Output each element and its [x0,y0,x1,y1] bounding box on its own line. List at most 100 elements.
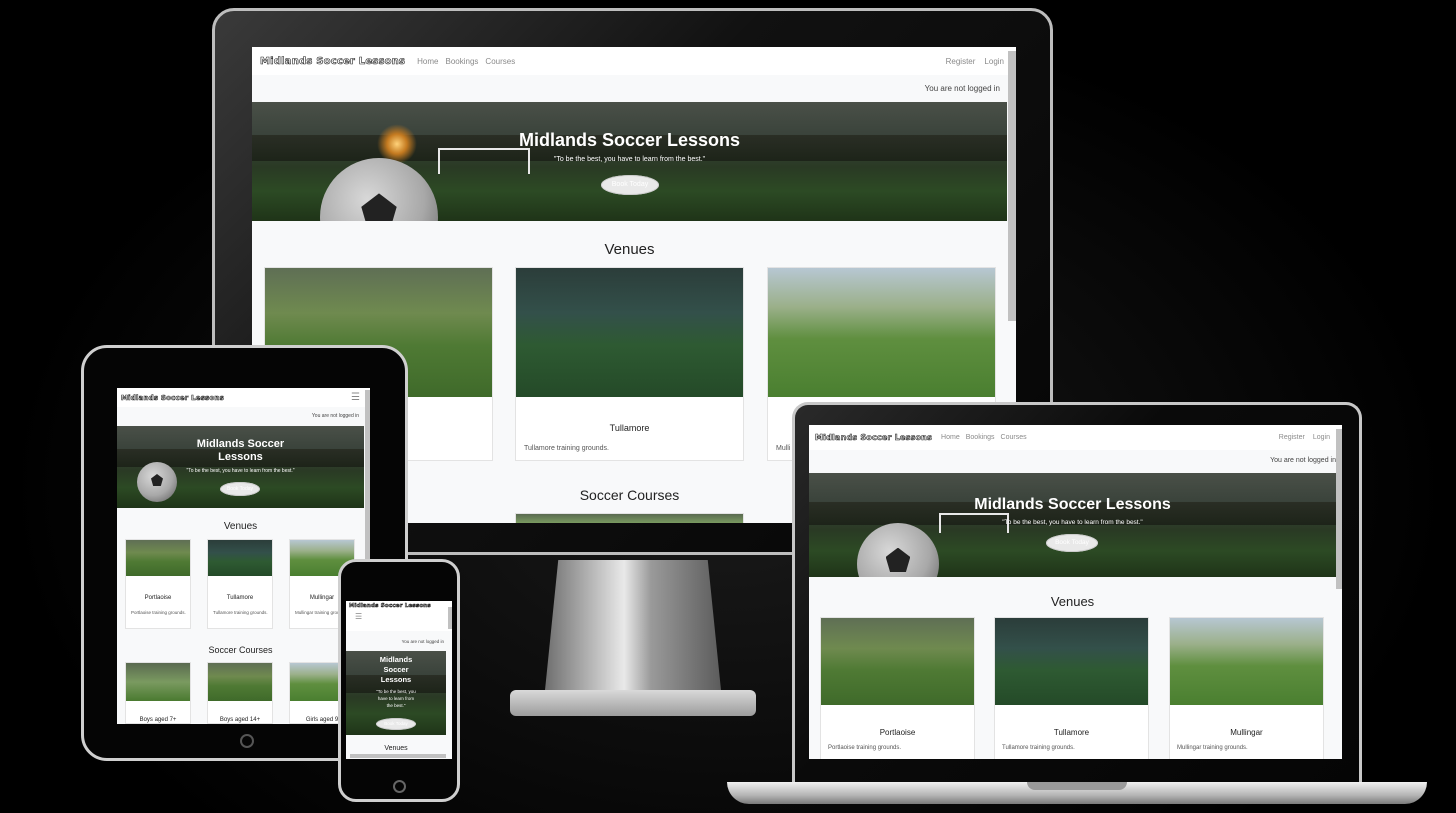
venue-description: Portlaoise training grounds. [828,745,902,751]
courses-heading: Soccer Courses [208,645,273,655]
hero-title: Midlands Soccer Lessons [117,438,364,464]
hero-banner: Midlands Soccer Lessons "To be the best,… [252,102,1007,221]
venue-description: Mulli [776,445,791,452]
book-today-button[interactable]: Book Today [601,175,659,195]
venue-image [821,618,974,705]
venue-title: Tullamore [226,595,254,601]
nav-links: Home Bookings Courses [941,434,1027,441]
venues-heading: Venues [223,521,258,532]
venues-heading: Venues [1050,594,1095,609]
brand-logo[interactable]: Midlands Soccer Lessons [815,433,932,443]
nav-courses[interactable]: Courses [485,57,515,66]
venue-title: Mullingar [1230,728,1263,737]
scrollbar[interactable] [1336,429,1342,589]
nav-auth: Register Login [1279,434,1330,441]
venue-description: Tullamore training grounds. [1002,745,1075,751]
hero-quote: "To be the best, you have to learn from … [553,156,706,163]
nav-auth: Register Login [946,57,1004,66]
login-status: You are not logged in [1270,457,1336,464]
hero-banner: Midlands Soccer Lessons "To be the best,… [346,651,446,735]
navbar: Midlands Soccer Lessons ☰ [117,388,370,407]
venue-title: Tullamore [1053,728,1090,737]
course-card[interactable] [515,513,744,523]
hero-title-line: Soccer [383,665,409,674]
venue-card[interactable]: Portlaoise Portlaoise training grounds. [125,539,191,629]
monitor-stand [544,560,722,700]
venue-card[interactable]: Tullamore Tullamore training grounds. [207,539,273,629]
hero-title: Midlands Soccer Lessons [518,130,741,150]
hero-quote-line: "To be the best, you [376,689,416,694]
venue-title: Portlaoise [879,728,916,737]
hero-title-line: Lessons [218,451,263,463]
hero-title-line: Midlands [379,655,413,664]
hero-banner: Midlands Soccer Lessons "To be the best,… [117,426,364,508]
course-card[interactable]: Boys aged 7+ [125,662,191,724]
navbar: Midlands Soccer Lessons ☰ [346,601,452,631]
venues-heading: Venues [604,241,655,258]
book-today-button[interactable]: Book Today [220,482,260,496]
responsive-mockup: Midlands Soccer Lessons Home Bookings Co… [0,0,1456,813]
venue-image [516,268,743,397]
menu-icon[interactable]: ☰ [355,612,362,621]
venue-card[interactable]: Portlaoise Portlaoise training grounds. [820,617,975,759]
scrollbar[interactable] [448,607,452,629]
nav-login[interactable]: Login [984,57,1004,66]
login-status: You are not logged in [311,413,359,419]
venue-card[interactable]: Mullingar Mullingar training grounds. [1169,617,1324,759]
course-image [126,663,190,701]
brand-logo[interactable]: Midlands Soccer Lessons [121,393,224,402]
nav-courses[interactable]: Courses [1001,434,1027,441]
hero-quote: "To be the best, you have to learn from … [346,688,446,709]
venue-image [1170,618,1323,705]
menu-icon[interactable]: ☰ [351,392,360,403]
hero-ball [320,158,438,221]
hero-title-line: Midlands Soccer [196,438,285,450]
course-title: Boys aged 7+ [139,717,177,723]
hero-title: Midlands Soccer Lessons [974,496,1171,513]
venue-image [208,540,272,576]
venue-card[interactable]: Tullamore Tullamore training grounds. [515,267,744,461]
venue-description: Tullamore training grounds. [524,445,609,452]
nav-login[interactable]: Login [1313,434,1330,441]
tablet-home-button [240,734,254,748]
nav-home[interactable]: Home [417,57,438,66]
venue-description: Tullamore training grounds. [213,610,268,615]
hero-ball [857,523,939,577]
venue-description: Portlaoise training grounds. [131,610,186,615]
tablet-screen: Midlands Soccer Lessons ☰ You are not lo… [117,388,370,724]
hero-title-line: Lessons [380,675,412,684]
hero-title: Midlands Soccer Lessons [346,655,446,685]
hero-quote-line: the best." [386,703,406,708]
hero-quote: "To be the best, you have to learn from … [1002,519,1143,526]
course-title: Boys aged 14+ [219,717,261,723]
hero-quote-line: have to learn from [377,696,415,701]
venue-title: Portlaoise [144,595,172,601]
horizontal-scrollbar[interactable] [350,754,446,758]
course-card[interactable]: Boys aged 14+ [207,662,273,724]
nav-register[interactable]: Register [1279,434,1305,441]
nav-bookings[interactable]: Bookings [966,434,995,441]
navbar: Midlands Soccer Lessons Home Bookings Co… [809,425,1342,450]
nav-links: Home Bookings Courses [417,57,515,66]
venue-image [768,268,995,397]
navbar: Midlands Soccer Lessons Home Bookings Co… [252,47,1016,75]
venue-description: Mullingar training grounds. [1177,745,1248,751]
phone-screen: Midlands Soccer Lessons ☰ You are not lo… [346,601,452,759]
brand-logo[interactable]: Midlands Soccer Lessons [260,55,406,67]
venue-title: Tullamore [609,423,650,433]
phone-home-button [393,780,406,793]
book-today-button[interactable]: Book Today [376,718,416,730]
book-today-button[interactable]: Book Today [1046,534,1098,552]
scrollbar[interactable] [1008,51,1016,321]
login-status: You are not logged in [924,84,1000,93]
monitor-foot [510,690,756,716]
nav-bookings[interactable]: Bookings [446,57,479,66]
course-image [208,663,272,701]
nav-home[interactable]: Home [941,434,960,441]
brand-logo[interactable]: Midlands Soccer Lessons [349,603,431,610]
hero-quote: "To be the best, you have to learn from … [186,468,295,474]
venue-image [995,618,1148,705]
venue-card[interactable]: Tullamore Tullamore training grounds. [994,617,1149,759]
venue-image [126,540,190,576]
nav-register[interactable]: Register [946,57,976,66]
